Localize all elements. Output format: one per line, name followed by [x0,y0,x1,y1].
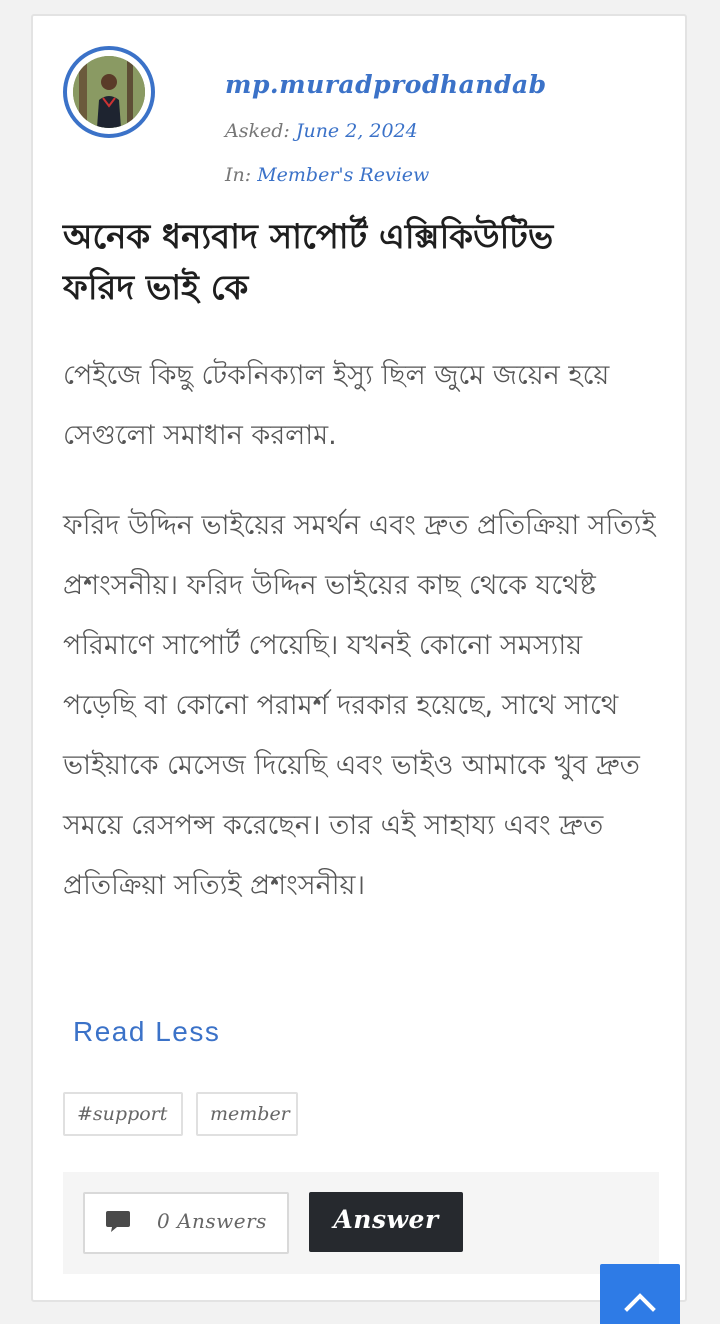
question-paragraph-1: পেইজে কিছু টেকনিক্যাল ইস্যু ছিল জুমে জয়… [63,360,610,451]
question-footer: 0 Answers Answer [63,1172,659,1274]
author-username[interactable]: mp.muradprodhandab [225,70,547,99]
avatar[interactable] [63,46,155,138]
comment-icon [105,1210,131,1238]
question-title: অনেক ধন্যবাদ সাপোর্ট এক্সিকিউটিভ ফরিদ ভা… [63,217,554,308]
asked-date-line: Asked: June 2, 2024 [225,120,418,142]
question-card: mp.muradprodhandab Asked: June 2, 2024 I… [31,14,687,1302]
tag-member[interactable]: member [196,1092,298,1136]
in-label: In: [225,164,252,186]
scroll-to-top-button[interactable] [600,1264,680,1324]
answers-count-button[interactable]: 0 Answers [83,1192,289,1254]
question-paragraph-2: ফরিদ উদ্দিন ভাইয়ের সমর্থন এবং দ্রুত প্র… [63,510,656,901]
category-line: In: Member's Review [225,164,429,186]
asked-date[interactable]: June 2, 2024 [296,120,418,142]
answers-count-label: 0 Answers [157,1209,267,1233]
avatar-photo [73,56,145,128]
tag-support[interactable]: #support [63,1092,183,1136]
asked-label: Asked: [225,120,290,142]
read-less-link[interactable]: Read Less [73,1016,220,1048]
answer-button[interactable]: Answer [309,1192,463,1252]
category-link[interactable]: Member's Review [257,164,429,186]
